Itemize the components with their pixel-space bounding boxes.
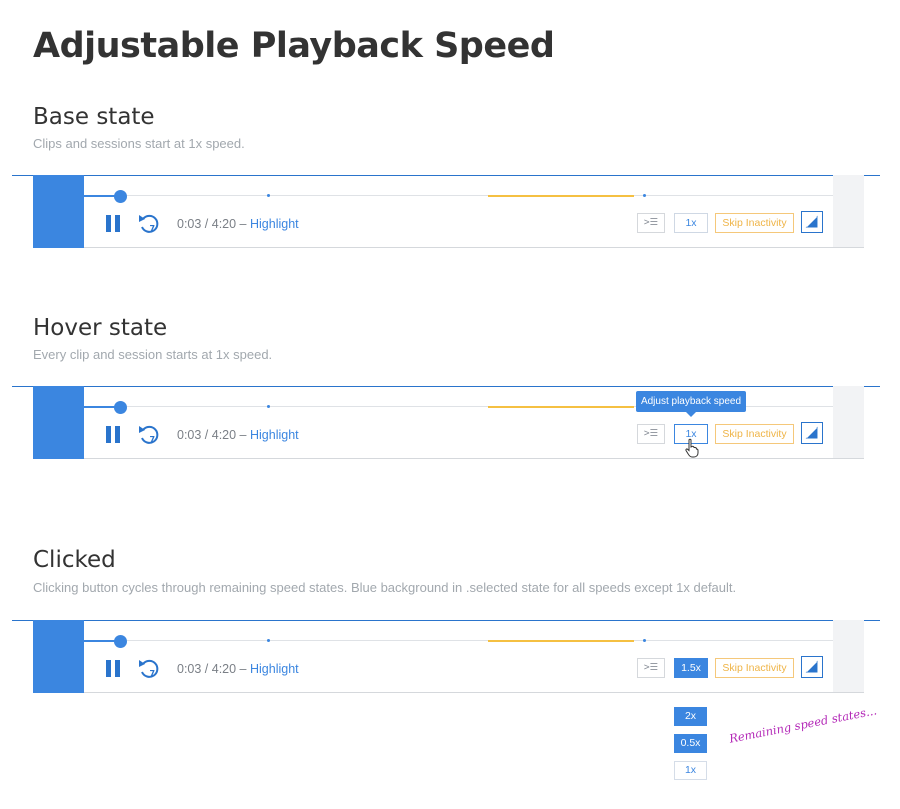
events-list-button[interactable]: >☰ [637, 424, 665, 444]
svg-text:7: 7 [150, 224, 156, 233]
highlight-label: Highlight [249, 662, 299, 676]
speed-states-annotation: Remaining speed states... [728, 703, 878, 746]
svg-text:7: 7 [150, 435, 156, 444]
timeline-marker[interactable] [267, 639, 270, 642]
player-sidebar [33, 620, 84, 693]
timeline-marker[interactable] [267, 194, 270, 197]
highlight-label: Highlight [249, 217, 299, 231]
player-sidebar [33, 175, 84, 248]
hand-pointer-icon [685, 438, 699, 458]
rewind-7-icon[interactable]: 7 [137, 655, 161, 681]
speed-option-2x[interactable]: 2x [674, 707, 707, 726]
player-bottom-border [84, 247, 864, 248]
player-bottom-border [84, 458, 864, 459]
rewind-7-icon[interactable]: 7 [137, 421, 161, 447]
scrubber-handle[interactable] [114, 401, 127, 414]
speed-option-1x[interactable]: 1x [674, 761, 707, 780]
time-separator: – [236, 428, 250, 442]
playback-speed-button[interactable]: 1x [674, 213, 708, 233]
timeline-track[interactable] [84, 195, 833, 196]
hover-state-description: Every clip and session starts at 1x spee… [33, 347, 273, 362]
speed-tooltip: Adjust playback speed [636, 391, 746, 412]
scrubber-handle[interactable] [114, 635, 127, 648]
inactivity-segment [488, 640, 634, 642]
clicked-state-title: Clicked [33, 547, 116, 573]
timeline-marker[interactable] [643, 194, 646, 197]
page-title: Adjustable Playback Speed [33, 26, 555, 66]
hover-state-title: Hover state [33, 315, 168, 341]
events-list-button[interactable]: >☰ [637, 213, 665, 233]
expand-icon[interactable] [801, 211, 823, 233]
player-sidebar [33, 386, 84, 459]
skip-inactivity-button[interactable]: Skip Inactivity [715, 658, 794, 678]
clicked-state-description: Clicking button cycles through remaining… [33, 580, 737, 595]
expand-icon[interactable] [801, 656, 823, 678]
svg-text:7: 7 [150, 669, 156, 678]
pause-icon[interactable] [106, 660, 120, 677]
pause-icon[interactable] [106, 215, 120, 232]
rewind-7-icon[interactable]: 7 [137, 210, 161, 236]
tooltip-arrow [686, 412, 696, 417]
player-hover: 7 0:03 / 4:20 – Highlight >☰ 1x Skip Ina… [33, 386, 864, 459]
base-state-title: Base state [33, 104, 155, 130]
playback-time: 0:03 / 4:20 – Highlight [177, 217, 299, 231]
player-clicked: 7 0:03 / 4:20 – Highlight >☰ 1.5x Skip I… [33, 620, 864, 693]
time-readout: 0:03 / 4:20 [177, 662, 237, 676]
player-base: 7 0:03 / 4:20 – Highlight >☰ 1x Skip Ina… [33, 175, 864, 248]
playback-speed-button[interactable]: 1.5x [674, 658, 708, 678]
base-state-description: Clips and sessions start at 1x speed. [33, 136, 245, 151]
highlight-label: Highlight [249, 428, 299, 442]
speed-option-0-5x[interactable]: 0.5x [674, 734, 707, 753]
skip-inactivity-button[interactable]: Skip Inactivity [715, 213, 794, 233]
events-list-button[interactable]: >☰ [637, 658, 665, 678]
scrubber-handle[interactable] [114, 190, 127, 203]
timeline-track[interactable] [84, 640, 833, 641]
skip-inactivity-button[interactable]: Skip Inactivity [715, 424, 794, 444]
player-bottom-border [84, 692, 864, 693]
playback-time: 0:03 / 4:20 – Highlight [177, 428, 299, 442]
inactivity-segment [488, 406, 634, 408]
time-readout: 0:03 / 4:20 [177, 428, 237, 442]
timeline-marker[interactable] [643, 639, 646, 642]
playback-time: 0:03 / 4:20 – Highlight [177, 662, 299, 676]
time-separator: – [236, 217, 250, 231]
expand-icon[interactable] [801, 422, 823, 444]
player-gutter [833, 175, 864, 248]
time-readout: 0:03 / 4:20 [177, 217, 237, 231]
inactivity-segment [488, 195, 634, 197]
player-gutter [833, 620, 864, 693]
timeline-marker[interactable] [267, 405, 270, 408]
pause-icon[interactable] [106, 426, 120, 443]
player-gutter [833, 386, 864, 459]
time-separator: – [236, 662, 250, 676]
